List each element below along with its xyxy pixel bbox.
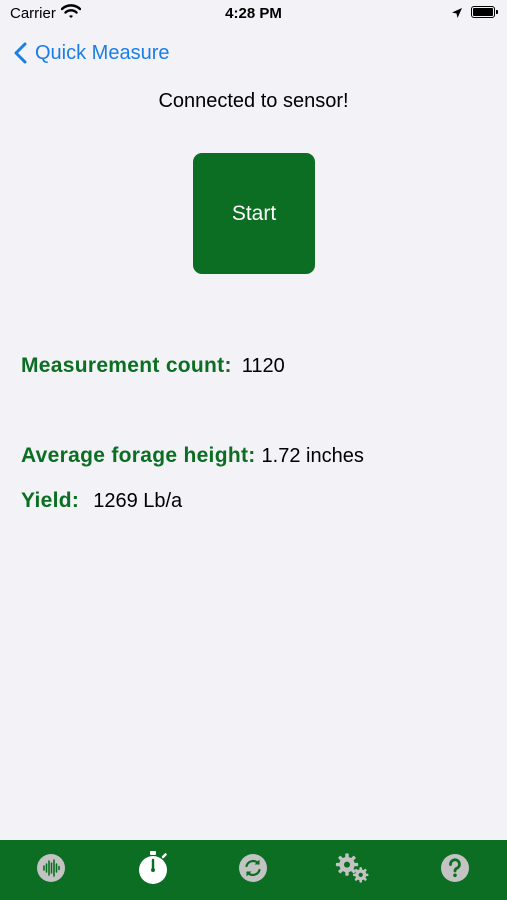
average-forage-height-label: Average forage height: <box>21 444 256 467</box>
back-label: Quick Measure <box>35 41 170 64</box>
yield: Yield: 1269 Lb/a <box>21 489 182 513</box>
stopwatch-icon <box>139 851 167 884</box>
average-forage-height-value: 1.72 inches <box>261 445 364 467</box>
average-forage-height: Average forage height: 1.72 inches <box>21 444 364 468</box>
battery-icon <box>471 6 498 18</box>
back-button[interactable]: Quick Measure <box>14 38 170 68</box>
tab-help[interactable] <box>437 850 473 886</box>
clock: 4:28 PM <box>225 5 282 22</box>
tab-stopwatch[interactable] <box>135 850 171 886</box>
yield-label: Yield: <box>21 489 80 512</box>
sync-icon <box>239 854 267 882</box>
chevron-left-icon <box>14 42 27 64</box>
sound-wave-icon <box>37 854 65 882</box>
start-button[interactable]: Start <box>193 153 315 274</box>
measurement-count: Measurement count: 1120 <box>21 354 285 378</box>
measurement-count-value: 1120 <box>241 355 285 377</box>
connection-status: Connected to sensor! <box>158 90 349 112</box>
status-bar: Carrier 4:28 PM <box>0 0 507 30</box>
location-arrow-icon <box>451 6 463 24</box>
tab-sync[interactable] <box>235 850 271 886</box>
tab-bar <box>0 840 507 900</box>
measurement-count-label: Measurement count: <box>21 354 232 377</box>
gears-icon <box>335 853 369 883</box>
yield-value: 1269 Lb/a <box>93 490 183 512</box>
help-icon <box>441 854 469 882</box>
tab-settings[interactable] <box>335 850 371 886</box>
tab-sound-wave[interactable] <box>33 850 69 886</box>
